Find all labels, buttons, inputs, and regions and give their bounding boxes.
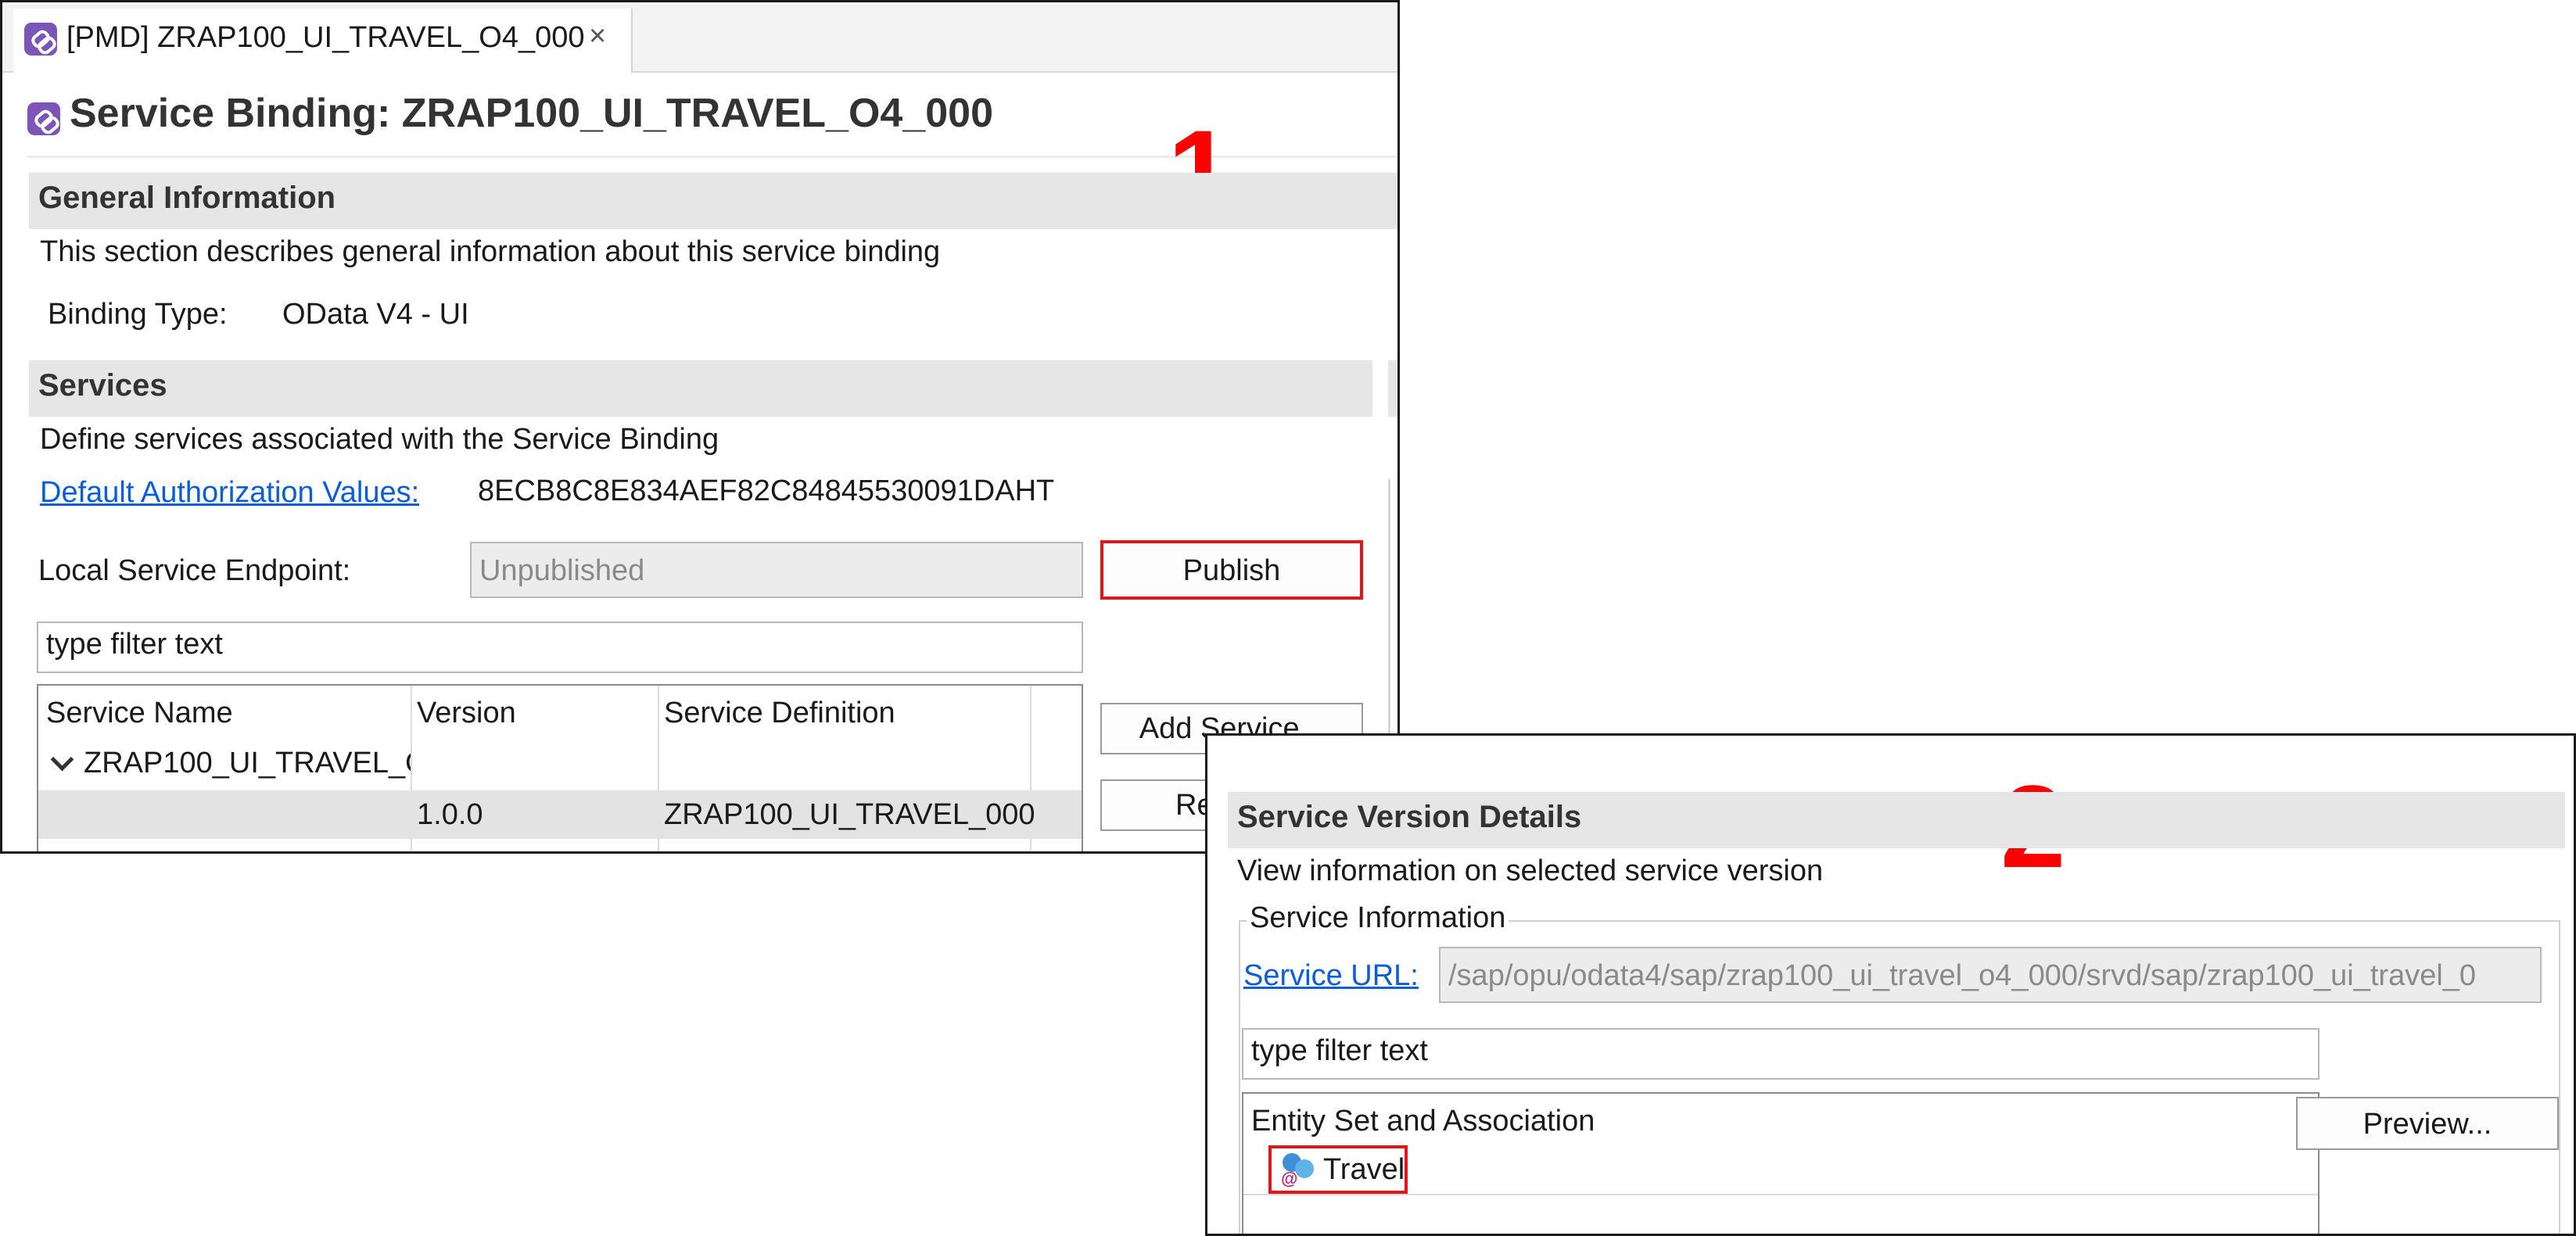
page-title: Service Binding: ZRAP100_UI_TRAVEL_O4_00… [70, 91, 994, 136]
local-service-endpoint-label: Local Service Endpoint: [38, 554, 351, 587]
column-header-service-name[interactable]: Service Name [46, 697, 233, 730]
services-header[interactable]: Services [29, 360, 1372, 417]
services-table: Service Name Version Service Definition … [37, 684, 1083, 851]
authorization-value: 8ECB8C8E834AEF82C84845530091DAHT [478, 475, 1055, 507]
column-header-service-definition[interactable]: Service Definition [664, 697, 895, 730]
chevron-down-icon[interactable] [50, 747, 74, 772]
service-version-details-panel: 2 Service Version Details View informati… [1205, 733, 2576, 1236]
service-version-details-description: View information on selected service ver… [1237, 854, 1824, 887]
service-information-label: Service Information [1247, 901, 1509, 935]
entity-set-tree-header: Entity Set and Association [1251, 1105, 1595, 1137]
default-authorization-values-link[interactable]: Default Authorization Values: [40, 476, 419, 510]
service-version-details-header[interactable]: Service Version Details [1228, 792, 2565, 848]
entity-set-tree: Entity Set and Association @ Travel [1242, 1092, 2319, 1234]
services-description: Define services associated with the Serv… [40, 423, 719, 456]
publish-button[interactable]: Publish [1100, 540, 1363, 600]
highlight-travel [1268, 1145, 1408, 1194]
adjacent-section-header-stub [1388, 360, 1397, 417]
column-header-version[interactable]: Version [417, 697, 516, 730]
table-row[interactable]: 1.0.0 ZRAP100_UI_TRAVEL_000 [38, 790, 1082, 839]
preview-button[interactable]: Preview... [2296, 1097, 2559, 1150]
service-definition-cell: ZRAP100_UI_TRAVEL_000 [664, 798, 1035, 831]
service-url-link[interactable]: Service URL: [1243, 959, 1419, 993]
entity-filter-input[interactable]: type filter text [1242, 1028, 2319, 1080]
binding-type-label: Binding Type: [48, 298, 228, 331]
close-icon[interactable]: × [589, 20, 606, 53]
editor-tab-label: [PMD] ZRAP100_UI_TRAVEL_O4_000 [66, 21, 585, 54]
service-binding-icon [27, 102, 60, 135]
row-divider [1243, 1194, 2318, 1195]
version-cell: 1.0.0 [417, 798, 483, 831]
local-service-endpoint-field[interactable]: Unpublished [470, 542, 1083, 598]
general-info-description: This section describes general informati… [40, 235, 941, 268]
service-name-group: ZRAP100_UI_TRAVEL_O4_000 [84, 747, 411, 779]
editor-tab[interactable]: [PMD] ZRAP100_UI_TRAVEL_O4_000 × [13, 9, 633, 73]
service-url-field[interactable]: /sap/opu/odata4/sap/zrap100_ui_travel_o4… [1439, 947, 2542, 1003]
binding-type-value: OData V4 - UI [282, 298, 469, 331]
service-binding-icon [24, 23, 57, 56]
general-info-header[interactable]: General Information [29, 173, 1397, 229]
table-row[interactable]: ZRAP100_UI_TRAVEL_O4_000 [38, 740, 411, 789]
service-binding-editor: [PMD] ZRAP100_UI_TRAVEL_O4_000 × Service… [0, 0, 1400, 854]
services-filter-input[interactable]: type filter text [37, 622, 1083, 673]
